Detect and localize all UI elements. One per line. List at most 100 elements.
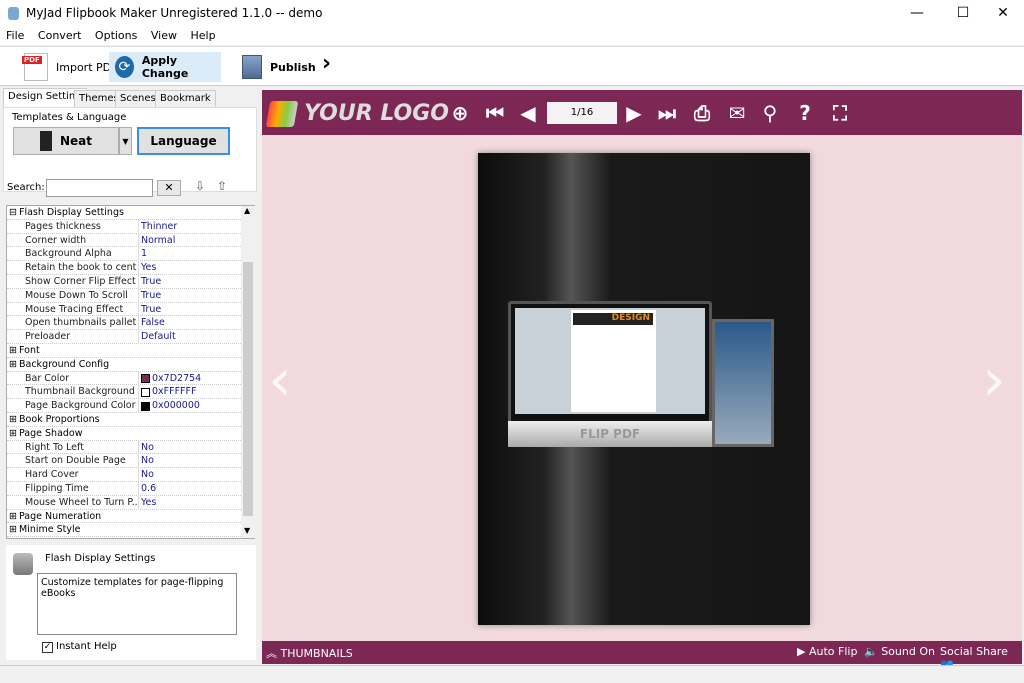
property-row[interactable]: Preloader Default	[7, 330, 241, 344]
property-row[interactable]: Mouse Down To Scroll True	[7, 288, 241, 303]
page-indicator[interactable]: 1/16	[547, 102, 617, 124]
sound-button[interactable]: 🔈 Sound On	[864, 645, 935, 658]
property-name: Background Config	[19, 358, 110, 370]
previous-page-icon[interactable]: ◀	[515, 100, 541, 126]
expand-icon[interactable]: ⊞	[9, 510, 17, 524]
flipbook-preview: YOUR LOGO ⊕ ⏮ ◀ 1/16 ▶ ⏭ ⎙ ✉ ⚲ ? ⛶ ‹ › D…	[262, 90, 1022, 671]
close-button[interactable]: ✕	[980, 0, 1024, 27]
property-value-text: Yes	[141, 262, 157, 274]
import-pdf-button[interactable]: PDF Import PDF	[18, 51, 123, 83]
publish-icon	[242, 55, 262, 79]
property-row[interactable]: Hard Cover No	[7, 468, 241, 482]
sort-down-icon[interactable]: ⇩	[195, 179, 205, 193]
expand-icon[interactable]: ⊞	[9, 523, 17, 537]
property-row[interactable]: ⊞ Minime Style	[7, 523, 241, 538]
zoom-in-icon[interactable]: ⊕	[447, 100, 473, 126]
scroll-down-icon[interactable]: ▼	[244, 526, 250, 535]
property-row[interactable]: ⊟ Flash Display Settings	[7, 206, 241, 220]
property-value[interactable]: True	[138, 288, 241, 303]
property-row[interactable]: ⊞ Font	[7, 344, 241, 358]
property-value[interactable]: 0.6	[138, 482, 241, 496]
property-row[interactable]: ⊞ Page Shadow	[7, 427, 241, 441]
template-dropdown-icon[interactable]: ▼	[119, 127, 132, 155]
fullscreen-icon[interactable]: ⛶	[827, 100, 853, 126]
property-value[interactable]: Yes	[138, 495, 241, 510]
previous-arrow-icon[interactable]: ‹	[268, 345, 292, 415]
help-icon[interactable]: ?	[792, 100, 818, 126]
menu-options[interactable]: Options	[95, 29, 137, 42]
property-row[interactable]: Open thumbnails pallet False	[7, 316, 241, 331]
scroll-up-icon[interactable]: ▲	[244, 206, 250, 215]
property-value[interactable]: False	[138, 316, 241, 331]
search-input[interactable]	[46, 179, 153, 197]
scrollbar-thumb[interactable]	[243, 262, 253, 516]
search-icon[interactable]: ⚲	[757, 100, 783, 126]
expand-icon[interactable]: ⊞	[9, 344, 17, 358]
property-row[interactable]: Background Alpha 1	[7, 247, 241, 262]
expand-icon[interactable]: ⊞	[9, 413, 17, 427]
property-value[interactable]: Default	[138, 330, 241, 344]
menu-file[interactable]: File	[6, 29, 24, 42]
property-row[interactable]: Flipping Time 0.6	[7, 482, 241, 496]
property-row[interactable]: Mouse Tracing Effect True	[7, 302, 241, 317]
expand-icon[interactable]: ⊞	[9, 427, 17, 441]
clear-search-icon[interactable]: ✕	[157, 180, 181, 196]
property-row[interactable]: Corner width Normal	[7, 233, 241, 248]
property-value[interactable]: Normal	[138, 233, 241, 248]
property-value[interactable]: 0x7D2754	[138, 371, 241, 386]
property-scrollbar[interactable]: ▲ ▼	[241, 206, 255, 538]
property-name: Mouse Down To Scroll	[25, 289, 128, 301]
property-row[interactable]: Start on Double Page No	[7, 454, 241, 469]
property-row[interactable]: Page Background Color 0x000000	[7, 399, 241, 413]
property-value[interactable]: No	[138, 468, 241, 482]
menu-help[interactable]: Help	[190, 29, 215, 42]
property-value[interactable]: Thinner	[138, 219, 241, 234]
logo-text: YOUR LOGO	[304, 101, 450, 126]
menu-convert[interactable]: Convert	[38, 29, 82, 42]
property-value[interactable]: True	[138, 302, 241, 317]
property-name: Mouse Wheel to Turn P...	[25, 496, 137, 508]
property-value[interactable]: Yes	[138, 261, 241, 275]
next-page-icon[interactable]: ▶	[621, 100, 647, 126]
property-row[interactable]: ⊞ Page Numeration	[7, 510, 241, 524]
property-value[interactable]: No	[138, 440, 241, 455]
template-select[interactable]: Neat	[13, 127, 119, 155]
menu-view[interactable]: View	[151, 29, 177, 42]
property-row[interactable]: ⊞ Book Proportions	[7, 413, 241, 427]
thumbnails-button[interactable]: ︽ THUMBNAILS	[266, 645, 353, 661]
language-button[interactable]: Language	[137, 127, 230, 155]
next-arrow-icon[interactable]: ›	[982, 345, 1006, 415]
expand-icon[interactable]: ⊞	[9, 358, 17, 372]
property-row[interactable]: Thumbnail Background ... 0xFFFFFF	[7, 385, 241, 400]
property-row[interactable]: Mouse Wheel to Turn P... Yes	[7, 495, 241, 510]
tab-scenes[interactable]: Scenes	[115, 90, 161, 107]
property-row[interactable]: Bar Color 0x7D2754	[7, 371, 241, 386]
property-value-text: 0xFFFFFF	[152, 386, 197, 398]
apply-change-button[interactable]: ⟳ Apply Change	[109, 52, 221, 82]
property-row[interactable]: Pages thickness Thinner	[7, 219, 241, 234]
speaker-icon: 🔈	[864, 645, 878, 658]
book-page[interactable]: DESIGN FLIP PDF	[478, 153, 810, 625]
property-value[interactable]: True	[138, 275, 241, 289]
property-value[interactable]: 1	[138, 247, 241, 262]
instant-help-checkbox[interactable]: ✓	[42, 642, 53, 653]
auto-flip-button[interactable]: ▶ Auto Flip	[797, 645, 857, 658]
sort-up-icon[interactable]: ⇧	[217, 179, 227, 193]
property-row[interactable]: Show Corner Flip Effect True	[7, 275, 241, 289]
publish-button[interactable]: Publish	[236, 51, 322, 83]
last-page-icon[interactable]: ⏭	[654, 100, 680, 126]
print-icon[interactable]: ⎙	[689, 100, 715, 126]
email-icon[interactable]: ✉	[724, 100, 750, 126]
property-row[interactable]: ⊞ Background Config	[7, 358, 241, 372]
property-row[interactable]: Right To Left No	[7, 440, 241, 455]
tab-bookmark[interactable]: Bookmark	[155, 90, 216, 107]
property-value[interactable]: 0xFFFFFF	[138, 385, 241, 400]
first-page-icon[interactable]: ⏮	[482, 100, 508, 126]
collapse-icon[interactable]: ⊟	[9, 206, 17, 220]
minimize-button[interactable]: —	[894, 0, 940, 27]
property-name: Right To Left	[25, 441, 84, 453]
more-chevron-icon[interactable]: ›	[322, 51, 331, 76]
property-value[interactable]: No	[138, 454, 241, 469]
property-row[interactable]: Retain the book to center Yes	[7, 261, 241, 275]
property-value[interactable]: 0x000000	[138, 399, 241, 413]
